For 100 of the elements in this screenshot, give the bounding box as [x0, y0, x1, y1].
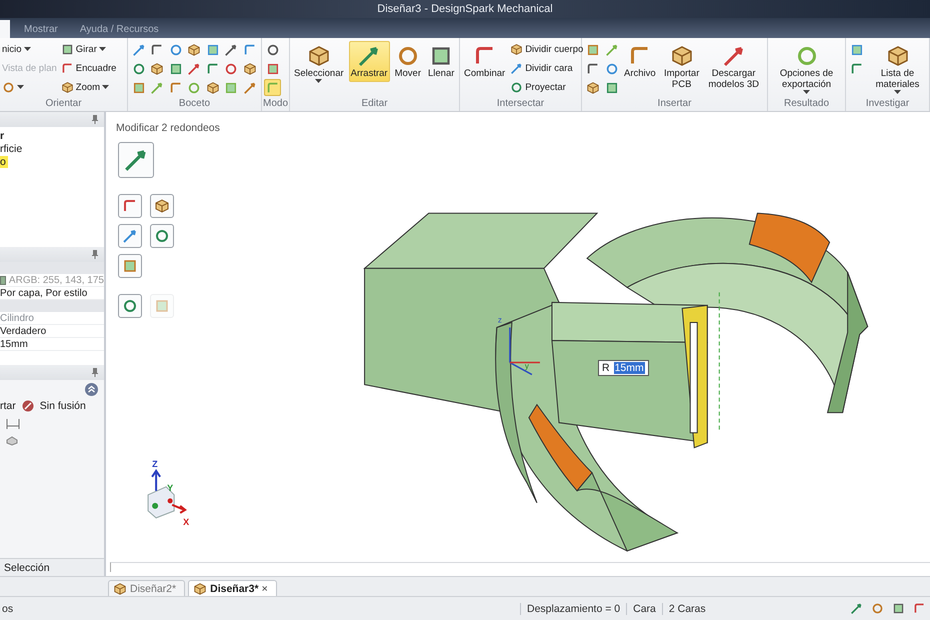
option-label[interactable]: rtar	[0, 400, 16, 412]
option-label[interactable]: Sin fusión	[40, 400, 86, 412]
tool-button[interactable]	[118, 294, 142, 318]
ribbon-button[interactable]: Seleccionar	[292, 41, 346, 87]
tool-icon	[206, 62, 220, 76]
tool-button[interactable]	[150, 224, 174, 248]
tool-icon	[168, 42, 182, 56]
axis-label: z	[498, 315, 502, 324]
tool-button[interactable]	[118, 224, 142, 248]
tool-icon	[150, 80, 164, 94]
dimension-label[interactable]: R 15mm	[598, 360, 649, 376]
tool-icon	[586, 80, 600, 94]
status-field: 2 Caras	[662, 602, 712, 614]
tool-icon	[224, 62, 238, 76]
no-merge-icon	[22, 400, 34, 412]
status-tool-icon	[850, 602, 863, 615]
tool-icon	[187, 42, 201, 56]
ribbon-button[interactable]: Importar PCB	[660, 41, 704, 93]
tool-icon	[187, 62, 201, 76]
ribbon-button[interactable]: Girar	[60, 41, 116, 58]
ribbon-button[interactable]: Archivo	[622, 41, 658, 82]
window-title: Diseñar3 - DesignSpark Mechanical	[377, 3, 553, 15]
slab-icon[interactable]	[6, 436, 18, 446]
dimension-value[interactable]: 15mm	[614, 362, 645, 374]
group-title: Orientar	[44, 97, 83, 111]
ribbon-button[interactable]: Dividir cuerpo	[510, 41, 584, 58]
ribbon-button[interactable]: Opciones de exportación	[770, 41, 843, 98]
ribbon-button[interactable]: Zoom	[60, 79, 116, 96]
group-title: Intersectar	[496, 97, 546, 111]
tool-icon	[670, 44, 694, 68]
dimension-icon[interactable]	[6, 418, 20, 430]
tool-icon	[60, 62, 74, 75]
tool-title: Modificar 2 redondeos	[115, 121, 221, 134]
tool-icon	[154, 228, 170, 244]
property-value: Cilindro	[0, 312, 104, 325]
menu-tab[interactable]: Mostrar	[16, 21, 66, 38]
collapse-icon[interactable]	[85, 383, 98, 396]
document-tab[interactable]: Diseñar3* ×	[188, 580, 277, 596]
property-value: Verdadero	[0, 325, 104, 338]
tool-icon	[122, 198, 138, 214]
ribbon-button[interactable]: Mover	[392, 41, 423, 82]
tool-icon	[510, 81, 524, 94]
ribbon-button[interactable]: Lista de materiales	[868, 41, 927, 98]
tool-icon	[224, 80, 238, 94]
tool-icon	[150, 62, 164, 76]
ribbon-button[interactable]: Arrastrar	[348, 41, 390, 82]
axis-label: Z	[152, 458, 158, 469]
menu-tab[interactable]: Ayuda / Recursos	[72, 21, 167, 38]
tool-button[interactable]	[150, 194, 174, 218]
tool-icon	[154, 198, 170, 214]
tool-icon	[604, 62, 618, 76]
caret-icon	[17, 85, 24, 90]
tool-button[interactable]	[118, 142, 154, 178]
tool-icon	[586, 42, 600, 56]
pin-icon[interactable]	[92, 250, 98, 259]
status-field: Cara	[626, 602, 662, 614]
tool-icon	[306, 44, 331, 68]
tool-icon	[132, 62, 146, 76]
caret-icon	[894, 90, 901, 95]
pin-icon[interactable]	[92, 368, 98, 377]
group-title: Insertar	[656, 97, 692, 111]
tool-button[interactable]	[118, 254, 142, 278]
tool-icon	[206, 42, 220, 56]
group-title: Resultado	[782, 97, 830, 111]
document-tab[interactable]: Diseñar2*	[108, 580, 186, 596]
tool-icon	[242, 62, 256, 76]
tree-item[interactable]: rficie	[0, 143, 24, 155]
tool-icon	[132, 42, 146, 56]
ribbon-button[interactable]: Llenar	[426, 41, 456, 82]
ribbon-button[interactable]: Encuadre	[60, 60, 116, 77]
axis-label: y	[524, 362, 529, 371]
axis-triad-drawing	[148, 468, 187, 518]
caret-icon	[98, 47, 106, 52]
group-title: Boceto	[178, 97, 212, 111]
pin-icon[interactable]	[92, 115, 98, 124]
close-button[interactable]: ×	[262, 582, 268, 594]
axis-label: X	[183, 516, 190, 527]
tree-item[interactable]: r	[0, 130, 6, 142]
dimension-prefix: R	[602, 362, 610, 374]
tool-icon	[604, 42, 618, 56]
horizontal-scrollbar[interactable]	[110, 562, 930, 572]
group-title: Modo	[262, 97, 289, 111]
tool-icon	[60, 43, 74, 56]
tool-icon	[60, 81, 74, 94]
ribbon-button[interactable]: Proyectar	[510, 79, 584, 96]
ribbon-button[interactable]: nicio	[2, 41, 57, 58]
group-title: Investigar	[864, 97, 910, 111]
tool-icon	[150, 42, 164, 56]
tool-icon	[2, 81, 15, 94]
tool-icon	[722, 44, 746, 68]
tool-icon	[206, 80, 220, 94]
tool-icon	[154, 298, 170, 314]
status-text: os	[1, 602, 14, 614]
ribbon-button[interactable]: Dividir cara	[510, 60, 584, 77]
ribbon-button[interactable]: Combinar	[462, 41, 508, 82]
tool-button[interactable]	[118, 194, 142, 218]
status-tool-icon	[892, 602, 905, 615]
tool-icon	[168, 62, 182, 76]
tree-item[interactable]: o	[0, 156, 8, 168]
ribbon-button[interactable]: Descargar modelos 3D	[706, 41, 762, 93]
